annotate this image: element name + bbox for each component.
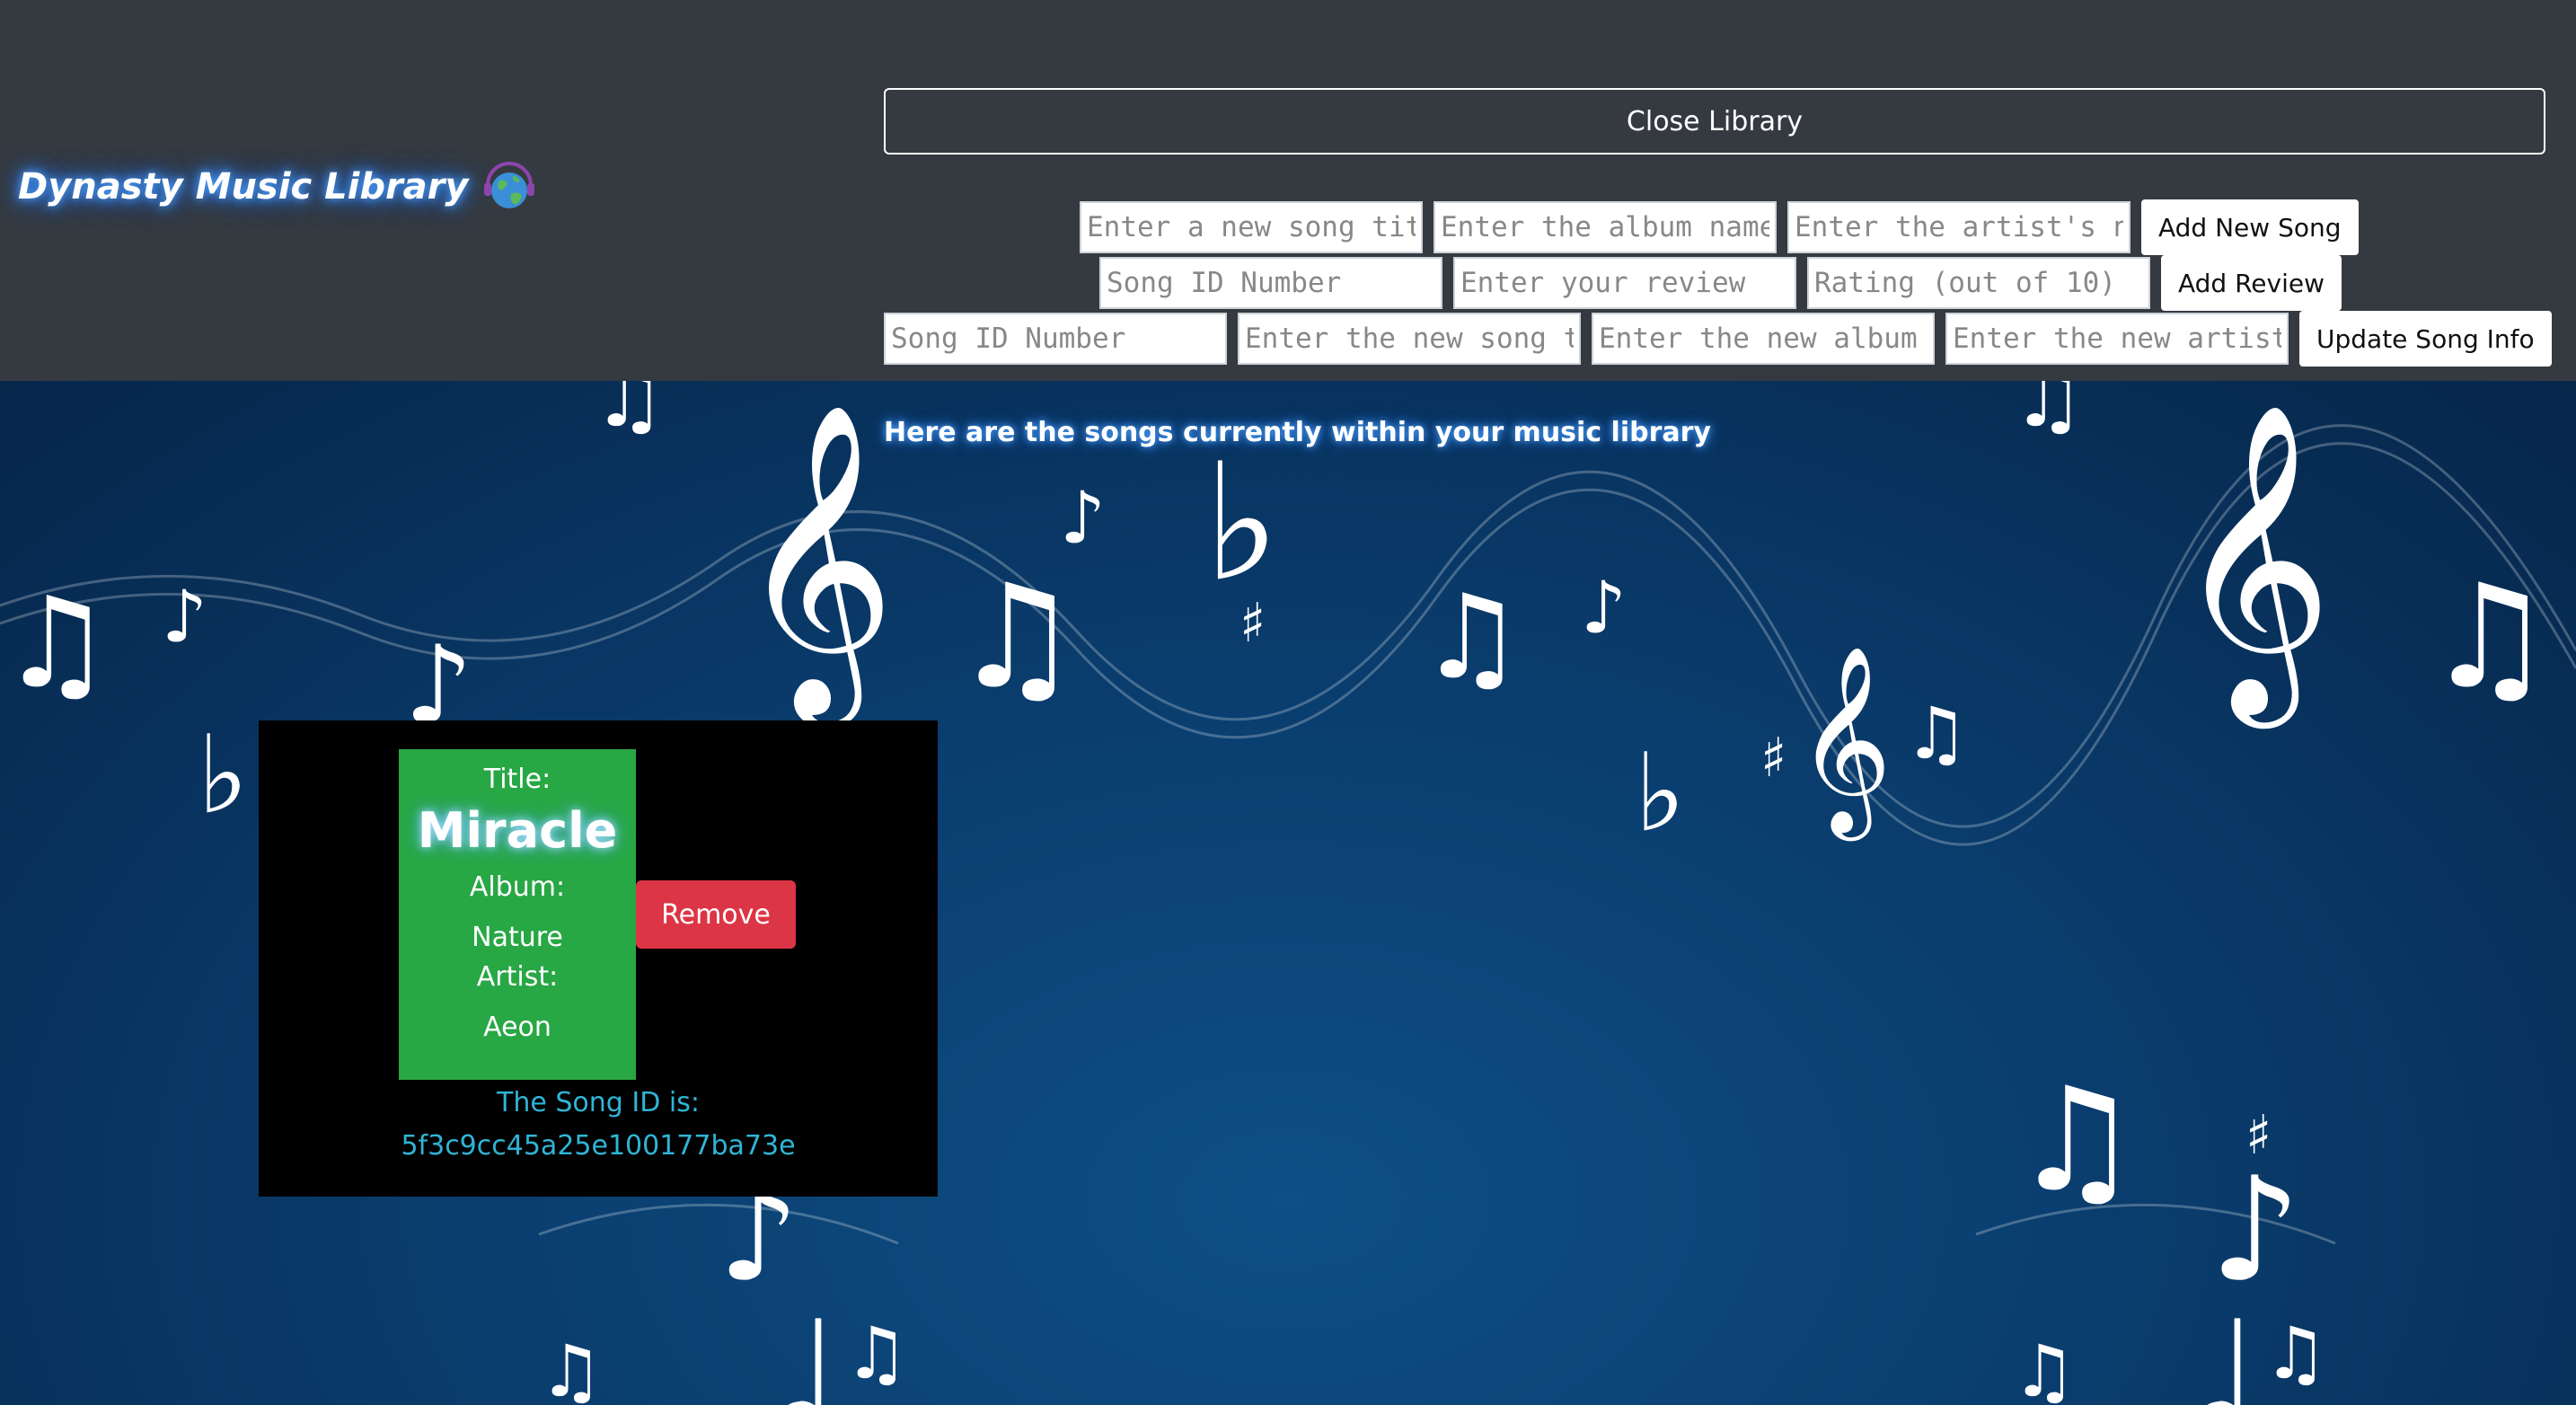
svg-text:♭: ♭ — [1204, 429, 1280, 617]
artist-label: Artist: — [476, 961, 559, 993]
svg-text:♫: ♫ — [952, 552, 1081, 720]
svg-text:♭: ♭ — [1635, 731, 1686, 856]
svg-text:𝄞: 𝄞 — [2174, 401, 2333, 730]
svg-text:♯: ♯ — [1760, 727, 1786, 790]
add-song-form: Add New Song — [1080, 199, 2359, 255]
svg-text:♫: ♫ — [2012, 381, 2085, 446]
add-review-button[interactable]: Add Review — [2161, 255, 2342, 311]
song-card: Title: Miracle Album: Nature Artist: Aeo… — [259, 720, 938, 1197]
song-id-label: The Song ID is: — [497, 1087, 700, 1118]
svg-text:♫: ♫ — [0, 570, 113, 717]
update-song-form: Update Song Info — [884, 311, 2552, 367]
library-heading: Here are the songs currently within your… — [884, 417, 1711, 448]
update-song-info-button[interactable]: Update Song Info — [2299, 311, 2552, 367]
svg-text:♫: ♫ — [1904, 692, 1969, 775]
remove-song-button[interactable]: Remove — [636, 880, 796, 949]
header: Dynasty Music Library Close Library Add … — [0, 0, 2576, 381]
brand[interactable]: Dynasty Music Library — [18, 151, 538, 223]
svg-text:♩: ♩ — [772, 1289, 840, 1405]
brand-title[interactable]: Dynasty Music Library — [18, 166, 468, 208]
svg-text:♪: ♪ — [162, 575, 207, 658]
svg-text:♯: ♯ — [1239, 592, 1266, 655]
add-new-song-button[interactable]: Add New Song — [2141, 199, 2359, 255]
title-label: Title: — [483, 764, 551, 795]
review-song-id-input[interactable] — [1099, 257, 1442, 309]
svg-text:♫: ♫ — [593, 381, 666, 446]
album-label: Album: — [469, 871, 566, 903]
globe-icon — [484, 162, 535, 208]
album-value: Nature — [472, 922, 563, 953]
svg-text:♫: ♫ — [539, 1330, 604, 1405]
svg-text:♫: ♫ — [2263, 1312, 2328, 1395]
artist-name-input[interactable] — [1787, 201, 2130, 253]
close-library-button[interactable]: Close Library — [884, 88, 2545, 155]
new-song-title-input[interactable] — [1238, 313, 1581, 365]
svg-text:♭: ♭ — [198, 713, 249, 838]
song-title: Miracle — [417, 802, 618, 859]
add-review-form: Add Review — [1099, 255, 2342, 311]
svg-text:♪: ♪ — [1581, 566, 1627, 649]
song-id-value: 5f3c9cc45a25e100177ba73e — [401, 1130, 796, 1162]
rating-input[interactable] — [1807, 257, 2150, 309]
song-title-input[interactable] — [1080, 201, 1423, 253]
svg-text:♪: ♪ — [1060, 476, 1106, 560]
svg-text:♫: ♫ — [2425, 552, 2554, 720]
svg-text:♫: ♫ — [1419, 569, 1524, 705]
svg-text:♯: ♯ — [2245, 1104, 2272, 1167]
new-artist-name-input[interactable] — [1945, 313, 2289, 365]
update-song-id-input[interactable] — [884, 313, 1227, 365]
library-main: 𝄞 𝄞 ♫ ♫ ♭ ♪ ♯ ♫ ♪ 𝄞 ♫ ♯ ♭ ♫ ♪ ♭ ♪ ♫ ♪ ♯ … — [0, 381, 2576, 1405]
artist-value: Aeon — [483, 1012, 551, 1043]
review-input[interactable] — [1453, 257, 1796, 309]
svg-text:♫: ♫ — [2012, 1330, 2077, 1405]
song-info: Title: Miracle Album: Nature Artist: Aeo… — [399, 749, 636, 1080]
svg-text:♫: ♫ — [844, 1312, 909, 1395]
new-album-name-input[interactable] — [1592, 313, 1935, 365]
svg-text:𝄞: 𝄞 — [1796, 645, 1892, 841]
svg-text:♩: ♩ — [2192, 1289, 2259, 1405]
svg-text:♫: ♫ — [2012, 1056, 2140, 1224]
svg-text:𝄞: 𝄞 — [737, 401, 895, 730]
svg-text:♪: ♪ — [2210, 1145, 2301, 1313]
album-name-input[interactable] — [1434, 201, 1777, 253]
song-id-block: The Song ID is: 5f3c9cc45a25e100177ba73e — [259, 1082, 938, 1168]
